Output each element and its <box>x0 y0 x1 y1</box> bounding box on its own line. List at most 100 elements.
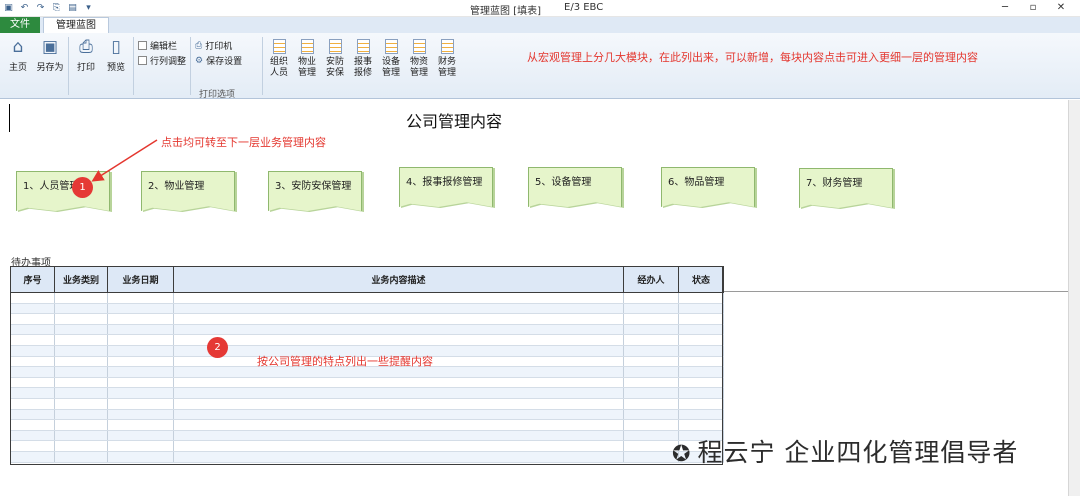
col-header-handler[interactable]: 经办人 <box>623 266 679 293</box>
home-button[interactable]: ⌂ 主页 <box>6 37 30 73</box>
table-cell[interactable] <box>10 430 55 442</box>
minimize-button[interactable]: ─ <box>990 0 1020 17</box>
table-cell[interactable] <box>678 377 724 389</box>
close-button[interactable]: ✕ <box>1046 0 1076 17</box>
table-cell[interactable] <box>173 419 624 431</box>
table-cell[interactable] <box>107 345 174 357</box>
table-cell[interactable] <box>623 440 679 452</box>
table-cell[interactable] <box>678 292 724 304</box>
table-cell[interactable] <box>54 366 108 378</box>
table-cell[interactable] <box>678 303 724 315</box>
table-cell[interactable] <box>678 387 724 399</box>
col-header-category[interactable]: 业务类别 <box>54 266 108 293</box>
table-cell[interactable] <box>10 324 55 336</box>
table-cell[interactable] <box>678 313 724 325</box>
table-cell[interactable] <box>173 292 624 304</box>
table-cell[interactable] <box>54 440 108 452</box>
table-cell[interactable] <box>107 409 174 421</box>
table-cell[interactable] <box>10 377 55 389</box>
table-cell[interactable] <box>623 387 679 399</box>
table-cell[interactable] <box>54 303 108 315</box>
col-header-status[interactable]: 状态 <box>678 266 724 293</box>
table-cell[interactable] <box>107 366 174 378</box>
table-cell[interactable] <box>54 313 108 325</box>
edit-bar-checkbox[interactable]: 编辑栏 <box>138 39 177 52</box>
save-as-button[interactable]: ▣ 另存为 <box>35 37 65 73</box>
table-cell[interactable] <box>623 409 679 421</box>
table-cell[interactable] <box>107 419 174 431</box>
table-cell[interactable] <box>173 430 624 442</box>
table-cell[interactable] <box>107 313 174 325</box>
table-cell[interactable] <box>107 430 174 442</box>
customize-icon[interactable]: ▾ <box>82 1 95 15</box>
table-cell[interactable] <box>623 345 679 357</box>
table-cell[interactable] <box>623 334 679 346</box>
printer-button[interactable]: ⎙ 打印机 <box>195 39 232 53</box>
table-cell[interactable] <box>54 377 108 389</box>
print-button[interactable]: ⎙ 打印 <box>74 37 98 73</box>
module-property-button[interactable]: 物业 管理 <box>295 39 319 79</box>
maximize-button[interactable]: ▫ <box>1018 0 1048 17</box>
table-cell[interactable] <box>10 387 55 399</box>
preview-button[interactable]: ▯ 预览 <box>104 37 128 73</box>
copy-icon[interactable]: ⎘ <box>50 1 63 15</box>
table-cell[interactable] <box>678 345 724 357</box>
table-cell[interactable] <box>623 398 679 410</box>
table-cell[interactable] <box>678 398 724 410</box>
table-cell[interactable] <box>54 398 108 410</box>
tab-file[interactable]: 文件 <box>0 17 40 33</box>
table-cell[interactable] <box>107 303 174 315</box>
table-cell[interactable] <box>623 303 679 315</box>
table-cell[interactable] <box>54 356 108 368</box>
table-cell[interactable] <box>623 292 679 304</box>
col-header-no[interactable]: 序号 <box>10 266 55 293</box>
table-cell[interactable] <box>107 292 174 304</box>
table-cell[interactable] <box>107 398 174 410</box>
table-cell[interactable] <box>107 387 174 399</box>
table-cell[interactable] <box>173 303 624 315</box>
table-cell[interactable] <box>678 324 724 336</box>
table-cell[interactable] <box>173 398 624 410</box>
table-cell[interactable] <box>173 440 624 452</box>
table-cell[interactable] <box>54 292 108 304</box>
col-header-description[interactable]: 业务内容描述 <box>173 266 624 293</box>
table-cell[interactable] <box>10 440 55 452</box>
table-cell[interactable] <box>54 387 108 399</box>
redo-icon[interactable]: ↷ <box>34 1 47 15</box>
table-cell[interactable] <box>678 334 724 346</box>
table-cell[interactable] <box>678 356 724 368</box>
table-cell[interactable] <box>10 303 55 315</box>
table-cell[interactable] <box>173 324 624 336</box>
table-cell[interactable] <box>10 366 55 378</box>
table-cell[interactable] <box>10 345 55 357</box>
table-cell[interactable] <box>107 377 174 389</box>
paste-icon[interactable]: ▤ <box>66 1 79 15</box>
module-materials-button[interactable]: 物资 管理 <box>407 39 431 79</box>
table-cell[interactable] <box>623 430 679 442</box>
table-cell[interactable] <box>173 387 624 399</box>
table-cell[interactable] <box>678 419 724 431</box>
table-cell[interactable] <box>678 409 724 421</box>
table-cell[interactable] <box>10 356 55 368</box>
table-cell[interactable] <box>107 324 174 336</box>
table-cell[interactable] <box>10 398 55 410</box>
table-cell[interactable] <box>623 313 679 325</box>
table-cell[interactable] <box>54 419 108 431</box>
table-cell[interactable] <box>623 356 679 368</box>
table-cell[interactable] <box>10 292 55 304</box>
table-cell[interactable] <box>10 334 55 346</box>
module-repair-button[interactable]: 报事 报修 <box>351 39 375 79</box>
table-cell[interactable] <box>10 409 55 421</box>
module-equipment-button[interactable]: 设备 管理 <box>379 39 403 79</box>
table-cell[interactable] <box>107 451 174 463</box>
table-cell[interactable] <box>623 377 679 389</box>
table-cell[interactable] <box>107 440 174 452</box>
module-finance-button[interactable]: 财务 管理 <box>435 39 459 79</box>
save-settings-button[interactable]: ⚙ 保存设置 <box>195 54 242 68</box>
sheet-area[interactable]: 公司管理内容 点击均可转至下一层业务管理内容 1、人员管理 2、物业管理 3、安… <box>0 100 1080 496</box>
tab-management-blueprint[interactable]: 管理蓝图 <box>43 17 109 33</box>
table-cell[interactable] <box>173 313 624 325</box>
table-cell[interactable] <box>173 377 624 389</box>
app-icon[interactable]: ▣ <box>2 1 15 15</box>
table-cell[interactable] <box>623 451 679 463</box>
